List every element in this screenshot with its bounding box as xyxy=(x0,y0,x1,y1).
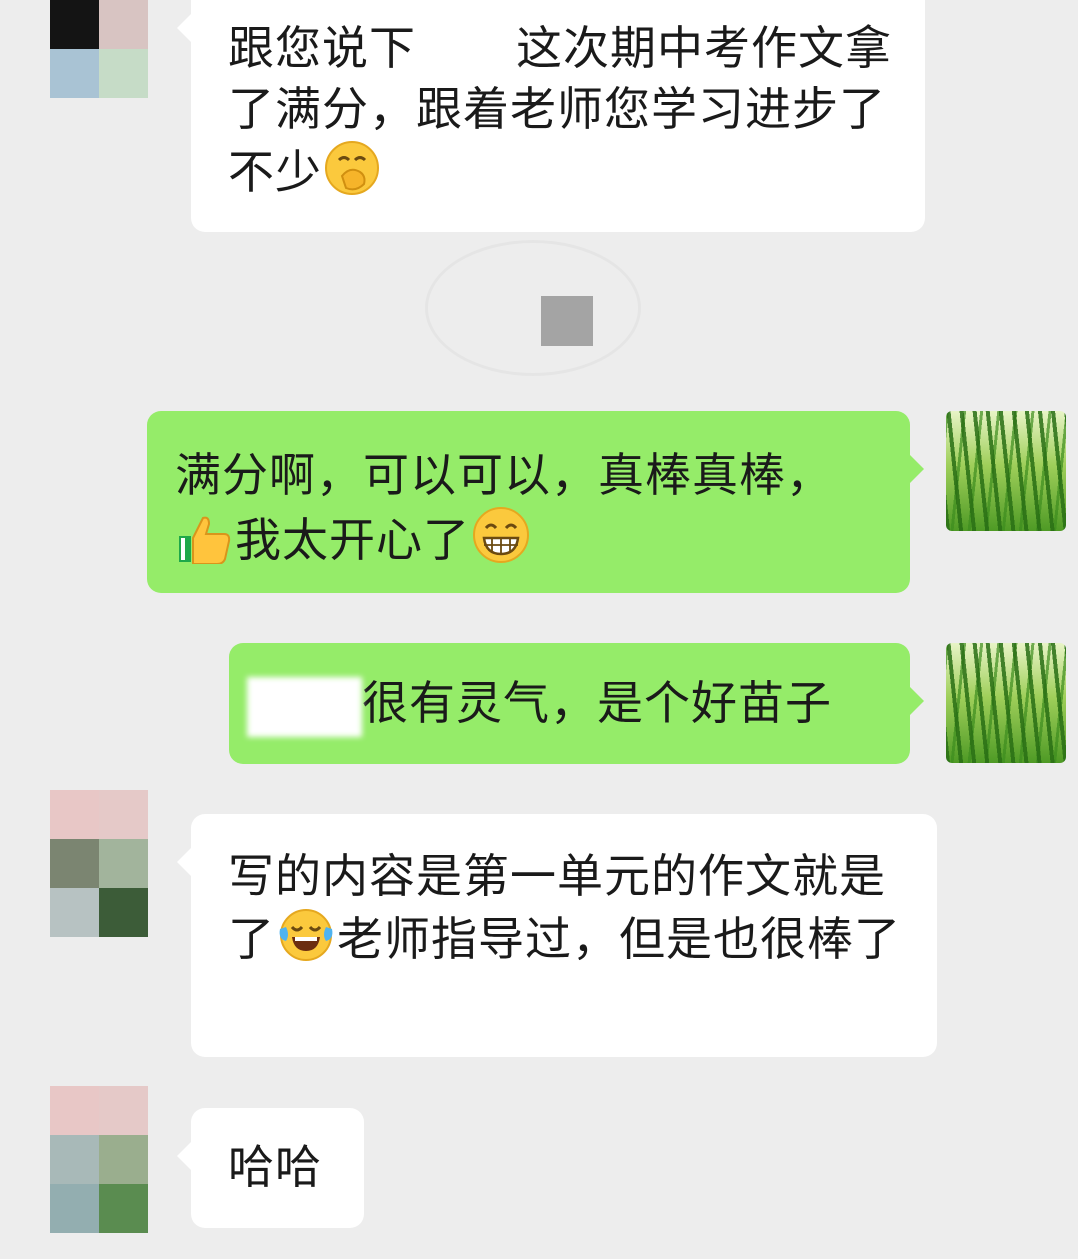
avatar-pixel xyxy=(50,0,99,49)
avatar-pixel xyxy=(99,839,148,888)
avatar-pixel xyxy=(50,790,99,839)
avatar-pixel xyxy=(99,888,148,937)
face-with-hand-over-mouth-emoji xyxy=(324,140,380,211)
message-bubble[interactable]: 哈哈 xyxy=(177,1108,364,1228)
message-text: 很有灵气，是个好苗子 xyxy=(362,676,832,730)
message-bubble[interactable]: 跟您说下 这次期中考作文拿了满分，跟着老师您学习进步了不少 xyxy=(177,0,925,232)
my-avatar[interactable] xyxy=(946,411,1066,531)
my-avatar[interactable] xyxy=(946,643,1066,763)
avatar-pixel xyxy=(50,839,99,888)
avatar-pixel xyxy=(99,1184,148,1233)
thumbs-up-emoji xyxy=(177,514,233,579)
sender-avatar[interactable] xyxy=(50,1086,148,1233)
avatar-pixel xyxy=(50,1184,99,1233)
avatar-pixel xyxy=(50,888,99,937)
message-text: 老师指导过，但是也很棒了 xyxy=(337,912,901,966)
avatar-pixel xyxy=(99,49,148,98)
avatar-pixel xyxy=(50,1086,99,1135)
sender-avatar[interactable] xyxy=(50,0,148,98)
tears-of-joy-emoji xyxy=(277,907,335,978)
message-bubble[interactable]: 很有灵气，是个好苗子 xyxy=(229,643,924,764)
redacted-image xyxy=(541,296,593,346)
avatar-pixel xyxy=(99,790,148,839)
avatar-pixel xyxy=(99,1086,148,1135)
avatar-pixel xyxy=(50,1135,99,1184)
message-text: 我太开心了 xyxy=(235,513,470,567)
message-text: 哈哈 xyxy=(228,1140,322,1194)
grinning-face-emoji xyxy=(472,506,530,579)
avatar-pixel xyxy=(99,0,148,49)
sender-avatar[interactable] xyxy=(50,790,148,937)
avatar-pixel xyxy=(99,1135,148,1184)
message-text: 满分啊，可以可以，真棒真棒， xyxy=(175,448,833,502)
message-text: 跟您说下 xyxy=(228,21,416,75)
watermark xyxy=(425,240,641,376)
redacted-name xyxy=(247,676,362,737)
avatar-pixel xyxy=(50,49,99,98)
redacted-name xyxy=(416,26,516,77)
message-bubble[interactable]: 满分啊，可以可以，真棒真棒， 我太开心了 xyxy=(147,411,924,593)
message-bubble[interactable]: 写的内容是第一单元的作文就是了 老师指导过，但是也很棒了 xyxy=(177,814,937,1057)
